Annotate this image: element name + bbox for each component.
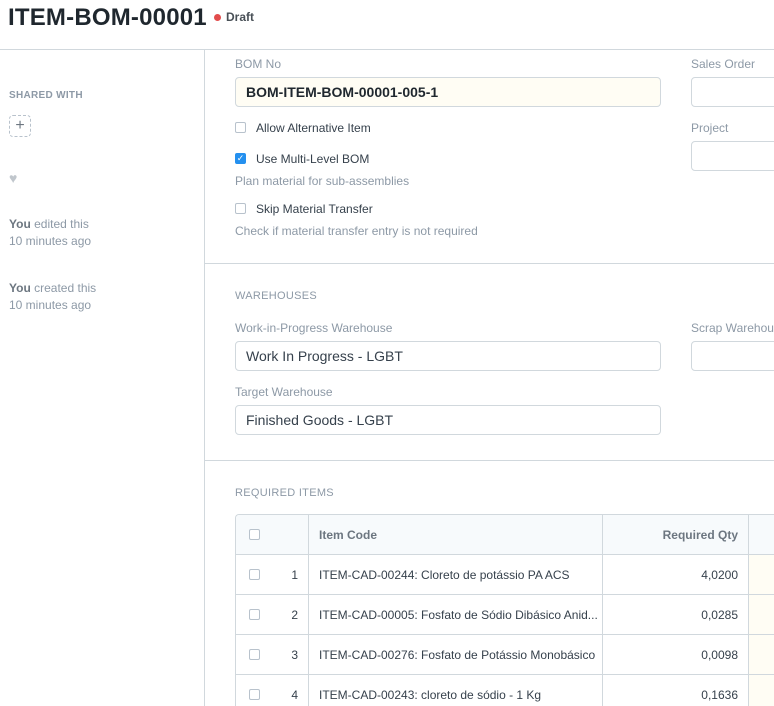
more-columns-cell: [749, 555, 774, 594]
row-index: 4: [272, 675, 309, 706]
required-qty-cell[interactable]: 0,0285: [603, 595, 749, 634]
index-header: [272, 515, 309, 554]
row-select-cell: [236, 635, 272, 674]
warehouses-section-label: WAREHOUSES: [235, 290, 318, 302]
row-index: 2: [272, 595, 309, 634]
sales-order-label: Sales Order: [691, 57, 756, 71]
item-code-cell[interactable]: ITEM-CAD-00243: cloreto de sódio - 1 Kg: [309, 675, 603, 706]
status-dot-icon: [214, 13, 221, 21]
use-multi-level-description: Plan material for sub-assemblies: [235, 174, 410, 188]
project-field[interactable]: [691, 141, 774, 171]
item-code-header: Item Code: [309, 515, 603, 554]
required-items-section-label: REQUIRED ITEMS: [235, 487, 334, 499]
add-share-button[interactable]: +: [9, 115, 31, 137]
heart-icon[interactable]: ♥: [9, 170, 17, 186]
table-row[interactable]: 2 ITEM-CAD-00005: Fosfato de Sódio Dibás…: [236, 595, 774, 635]
activity-time: 10 minutes ago: [9, 234, 92, 248]
table-header-row: Item Code Required Qty: [236, 515, 774, 555]
activity-actor: You: [9, 281, 31, 295]
item-code-cell[interactable]: ITEM-CAD-00244: Cloreto de potássio PA A…: [309, 555, 603, 594]
scrap-warehouse-field[interactable]: [691, 341, 774, 371]
sidebar-divider: [204, 50, 205, 706]
required-qty-cell[interactable]: 0,0098: [603, 635, 749, 674]
required-qty-cell[interactable]: 0,1636: [603, 675, 749, 706]
status-text: Draft: [226, 10, 255, 24]
target-warehouse-label: Target Warehouse: [235, 385, 333, 399]
sidebar-cut-off-text: [9, 39, 89, 51]
table-row[interactable]: 4 ITEM-CAD-00243: cloreto de sódio - 1 K…: [236, 675, 774, 706]
sales-order-field[interactable]: [691, 77, 774, 107]
use-multi-level-label[interactable]: Use Multi-Level BOM: [256, 152, 369, 166]
table-row[interactable]: 1 ITEM-CAD-00244: Cloreto de potássio PA…: [236, 555, 774, 595]
more-columns-cell: [749, 595, 774, 634]
select-all-checkbox[interactable]: [248, 529, 260, 540]
wip-warehouse-label: Work-in-Progress Warehouse: [235, 321, 393, 335]
activity-item: You edited this 10 minutes ago: [9, 216, 91, 250]
required-items-table: Item Code Required Qty 1 ITEM-CAD-00244:…: [235, 514, 774, 706]
bom-no-field[interactable]: BOM-ITEM-BOM-00001-005-1: [235, 77, 661, 107]
item-code-text: ITEM-CAD-00276: Fosfato de Potássio Mono…: [319, 647, 596, 662]
row-select-cell: [236, 675, 272, 706]
target-warehouse-field[interactable]: Finished Goods - LGBT: [235, 405, 661, 435]
section-divider: [205, 263, 774, 264]
skip-transfer-checkbox[interactable]: [235, 203, 246, 214]
page-title: ITEM-BOM-00001: [8, 4, 207, 31]
item-code-cell[interactable]: ITEM-CAD-00276: Fosfato de Potássio Mono…: [309, 635, 603, 674]
project-label: Project: [691, 121, 729, 135]
item-code-text: ITEM-CAD-00005: Fosfato de Sódio Dibásic…: [319, 607, 598, 622]
allow-alternative-label[interactable]: Allow Alternative Item: [256, 121, 371, 135]
header-divider: [0, 49, 774, 50]
item-code-cell[interactable]: ITEM-CAD-00005: Fosfato de Sódio Dibásic…: [309, 595, 603, 634]
scrap-warehouse-label: Scrap Warehouse: [691, 321, 774, 335]
select-all-cell: [236, 515, 272, 554]
more-columns-cell: [749, 675, 774, 706]
row-select-cell: [236, 595, 272, 634]
activity-item: You created this 10 minutes ago: [9, 280, 96, 314]
section-divider: [205, 460, 774, 461]
shared-with-label: SHARED WITH: [9, 90, 83, 101]
allow-alternative-checkbox[interactable]: [235, 122, 246, 133]
activity-action: edited this: [34, 217, 89, 231]
item-code-text: ITEM-CAD-00244: Cloreto de potássio PA A…: [319, 567, 570, 582]
row-checkbox[interactable]: [248, 689, 260, 700]
row-checkbox[interactable]: [248, 569, 260, 580]
activity-time: 10 minutes ago: [9, 298, 92, 312]
bom-no-label: BOM No: [235, 57, 282, 71]
row-index: 1: [272, 555, 309, 594]
use-multi-level-checkbox[interactable]: ✓: [235, 153, 246, 164]
activity-action: created this: [34, 281, 97, 295]
required-qty-header: Required Qty: [603, 515, 749, 554]
wip-warehouse-field[interactable]: Work In Progress - LGBT: [235, 341, 661, 371]
checkmark-icon: ✓: [236, 153, 245, 163]
row-checkbox[interactable]: [248, 649, 260, 660]
activity-actor: You: [9, 217, 31, 231]
skip-transfer-description: Check if material transfer entry is not …: [235, 224, 478, 238]
table-row[interactable]: 3 ITEM-CAD-00276: Fosfato de Potássio Mo…: [236, 635, 774, 675]
more-columns-cell: [749, 635, 774, 674]
row-select-cell: [236, 555, 272, 594]
required-qty-cell[interactable]: 4,0200: [603, 555, 749, 594]
skip-transfer-label[interactable]: Skip Material Transfer: [256, 202, 373, 216]
item-code-text: ITEM-CAD-00243: cloreto de sódio - 1 Kg: [319, 687, 542, 702]
more-columns-header: [749, 515, 774, 554]
row-checkbox[interactable]: [248, 609, 260, 620]
row-index: 3: [272, 635, 309, 674]
status-badge: Draft: [214, 10, 254, 24]
